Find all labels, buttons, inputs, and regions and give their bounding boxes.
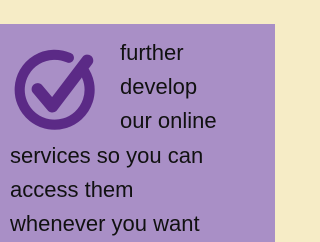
- message-line-access-them: access them: [10, 177, 134, 202]
- top-strip: [0, 0, 275, 24]
- message-line-whenever: whenever you want: [10, 211, 200, 236]
- message-line-develop: develop: [120, 74, 198, 99]
- message-card: further develop our online services so y…: [0, 24, 275, 242]
- message-line-our-online: our online: [120, 108, 217, 133]
- message-line-services: services so you can: [10, 143, 204, 168]
- message-line-further: further: [120, 40, 184, 65]
- check-circle-icon: [14, 49, 95, 130]
